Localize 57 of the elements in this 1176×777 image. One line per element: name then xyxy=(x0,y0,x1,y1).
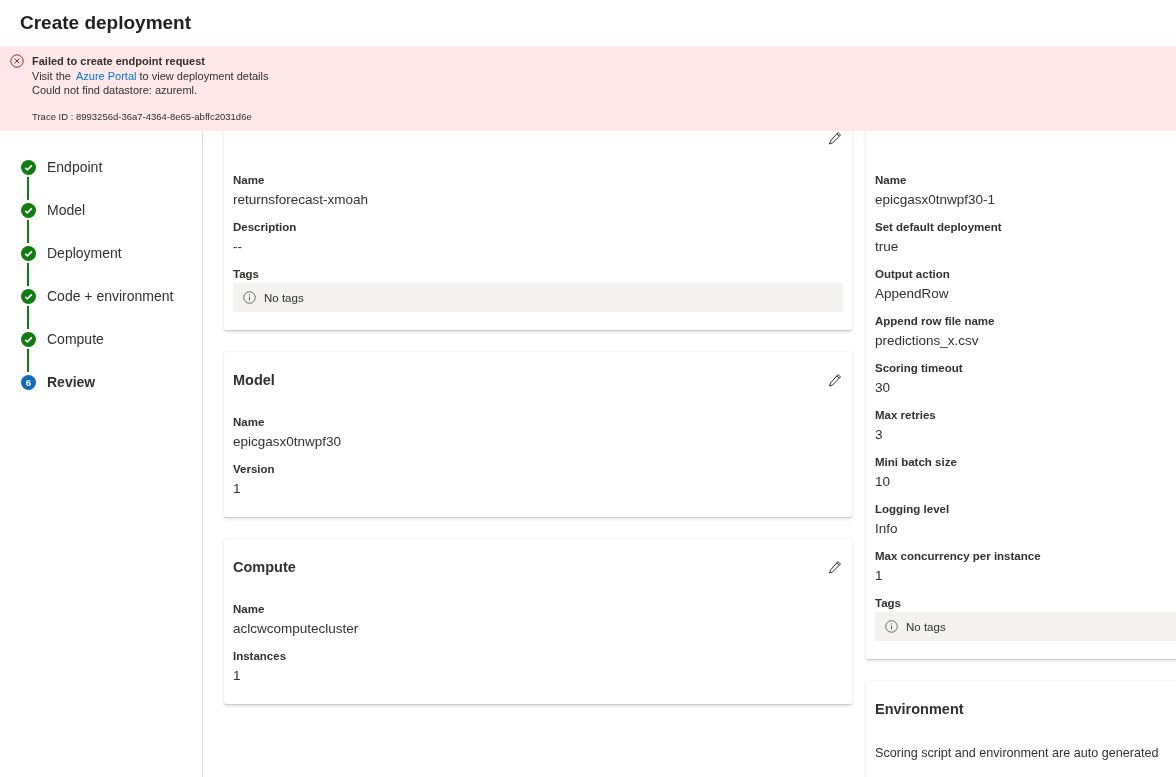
no-tags-text: No tags xyxy=(264,291,304,304)
edit-icon[interactable] xyxy=(827,130,843,146)
field-label: Instances xyxy=(233,649,288,664)
field-label: Scoring timeout xyxy=(875,361,964,376)
field-value: 1 xyxy=(233,667,242,685)
field-label: Tags xyxy=(233,267,260,282)
step-number: 6 xyxy=(21,374,36,390)
field-value: predictions_x.csv xyxy=(875,332,980,350)
field-value: epicgasx0tnwpf30-1 xyxy=(875,191,997,209)
field-label: Description xyxy=(233,220,298,235)
field-label: Tags xyxy=(875,596,902,611)
field-value: AppendRow xyxy=(875,285,950,303)
field-value: -- xyxy=(233,238,243,256)
field-value: Info xyxy=(875,520,899,538)
page-title: Create deployment xyxy=(20,12,192,34)
field-value: 1 xyxy=(875,567,884,585)
step-item[interactable]: Model xyxy=(47,202,86,218)
field-label: Max retries xyxy=(875,408,937,423)
field-label: Append row file name xyxy=(875,314,996,329)
edit-icon[interactable] xyxy=(827,559,843,575)
card-title: Model xyxy=(233,372,275,388)
error-title: Failed to create endpoint request xyxy=(32,54,206,69)
field-value: returnsforecast-xmoah xyxy=(233,191,370,209)
field-label: Name xyxy=(875,173,908,188)
field-label: Version xyxy=(233,462,276,477)
error-detail: Could not find datastore: azureml. xyxy=(32,83,199,98)
field-value: 1 xyxy=(233,480,242,498)
field-label: Mini batch size xyxy=(875,455,958,470)
environment-note: Scoring script and environment are auto generated xyxy=(875,746,1159,760)
error-message: Visit the Azure Portal to view deployment details xyxy=(32,68,269,83)
info-icon xyxy=(243,291,256,304)
field-value: 30 xyxy=(875,379,892,397)
field-label: Name xyxy=(233,602,266,617)
field-label: Max concurrency per instance xyxy=(875,549,1042,564)
trace-id: Trace ID : 8993256d-36a7-4364-8e65-abffc2031d6e xyxy=(32,109,253,124)
step-item[interactable]: Code + environment xyxy=(47,288,174,304)
step-item[interactable]: Endpoint xyxy=(47,159,103,175)
field-value: 3 xyxy=(875,426,884,444)
field-label: Output action xyxy=(875,267,951,282)
field-label: Name xyxy=(233,173,266,188)
field-value: aclcwcomputecluster xyxy=(233,620,360,638)
field-label: Logging level xyxy=(875,502,951,517)
field-value: 10 xyxy=(875,473,892,491)
no-tags-text: No tags xyxy=(906,620,946,633)
info-icon xyxy=(885,620,898,633)
field-label: Set default deployment xyxy=(875,220,1003,235)
step-item[interactable]: Compute xyxy=(47,331,104,347)
azure-portal-link[interactable]: Azure Portal xyxy=(75,69,137,82)
error-icon xyxy=(10,54,24,68)
card-title: Compute xyxy=(233,559,296,575)
field-value: epicgasx0tnwpf30 xyxy=(233,433,343,451)
field-label: Name xyxy=(233,415,266,430)
step-item[interactable]: Review xyxy=(47,374,96,390)
edit-icon[interactable] xyxy=(827,372,843,388)
field-value: true xyxy=(875,238,900,256)
step-item[interactable]: Deployment xyxy=(47,245,122,261)
card-title: Environment xyxy=(875,701,964,717)
